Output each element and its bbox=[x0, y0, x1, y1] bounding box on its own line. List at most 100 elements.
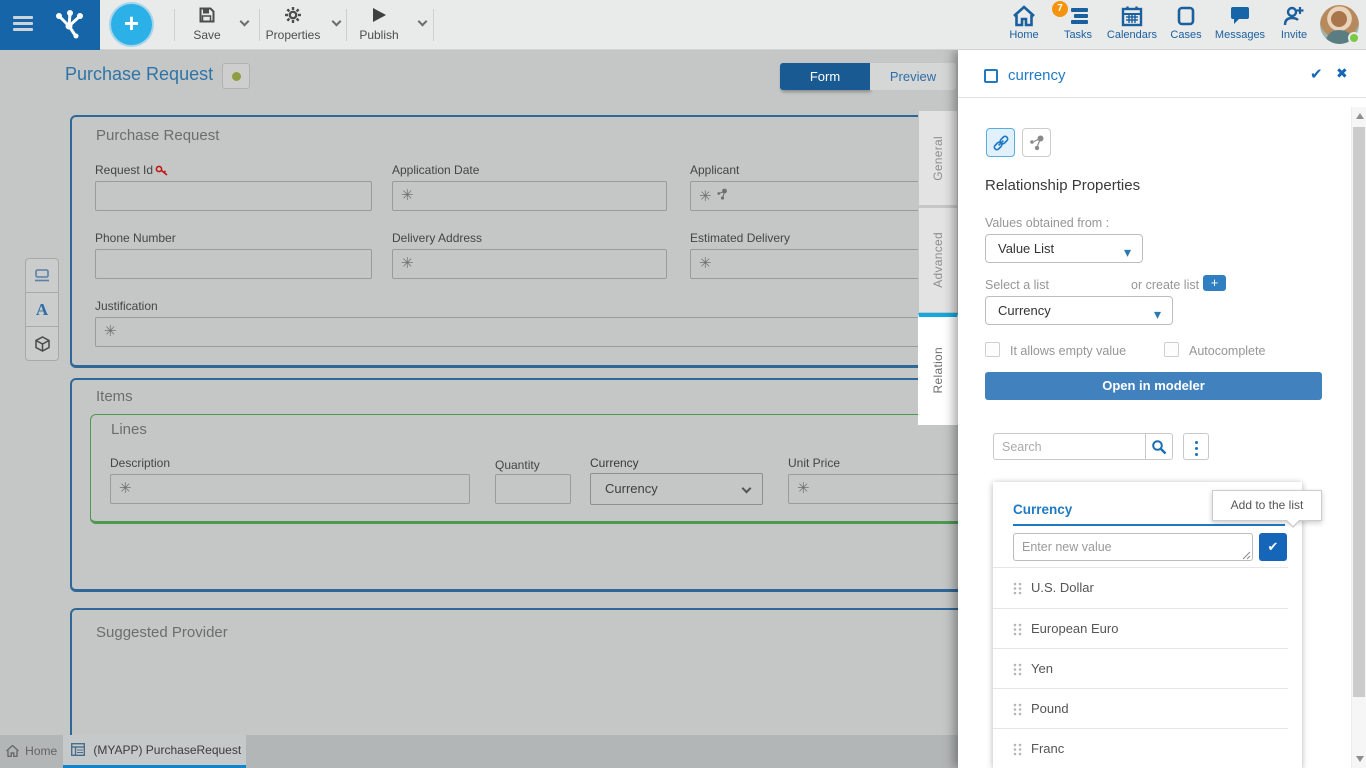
list-item-label: Pound bbox=[1031, 701, 1069, 716]
field-label-request-id: Request Id bbox=[95, 163, 168, 179]
scrollbar-thumb[interactable] bbox=[1353, 127, 1365, 697]
confirm-icon[interactable]: ✔ bbox=[1310, 65, 1323, 83]
list-select[interactable]: Currency▾ bbox=[985, 296, 1173, 325]
online-status-dot bbox=[1348, 32, 1360, 44]
add-button[interactable]: + bbox=[111, 4, 152, 45]
nav-calendars[interactable]: Calendars bbox=[1104, 5, 1160, 41]
nav-home-label: Home bbox=[1009, 29, 1038, 41]
search-input[interactable] bbox=[993, 433, 1145, 460]
tasks-icon: 7 bbox=[1050, 5, 1106, 29]
list-item[interactable]: Franc bbox=[993, 728, 1288, 768]
tasks-badge: 7 bbox=[1052, 1, 1068, 17]
bottom-tab-bar: Home (MYAPP) PurchaseRequest ✖ bbox=[0, 735, 958, 768]
new-value-input[interactable] bbox=[1013, 533, 1253, 561]
side-tab-advanced[interactable]: Advanced bbox=[918, 207, 958, 313]
field-unit-price[interactable]: ✳ bbox=[788, 474, 958, 504]
list-item[interactable]: Pound bbox=[993, 688, 1288, 728]
form-status-button[interactable] bbox=[222, 63, 250, 89]
caret-down-icon: ▾ bbox=[1154, 301, 1161, 328]
nav-messages[interactable]: Messages bbox=[1212, 5, 1268, 41]
fieldset-purchase-request[interactable]: Purchase Request Request Id Application … bbox=[70, 115, 958, 368]
add-to-list-tooltip: Add to the list bbox=[1212, 490, 1322, 521]
scroll-down-icon[interactable] bbox=[1356, 756, 1364, 762]
field-currency-select[interactable]: Currency bbox=[590, 473, 763, 505]
list-item[interactable]: European Euro bbox=[993, 608, 1288, 648]
value-list: U.S. Dollar European Euro Yen Pound Fran… bbox=[993, 568, 1288, 768]
fieldset-lines[interactable]: Lines Description ✳ Quantity Currency Cu… bbox=[90, 414, 958, 524]
fieldset-suggested-provider[interactable]: Suggested Provider bbox=[70, 608, 958, 735]
fieldset-legend: Suggested Provider bbox=[96, 624, 228, 641]
nav-tasks[interactable]: 7 Tasks bbox=[1050, 5, 1106, 41]
nav-home[interactable]: Home bbox=[996, 5, 1052, 41]
publish-button[interactable]: Publish bbox=[344, 4, 414, 46]
field-delivery-address[interactable]: ✳ bbox=[392, 249, 667, 279]
close-icon[interactable]: ✖ bbox=[1336, 65, 1348, 82]
more-options-button[interactable] bbox=[1183, 433, 1209, 460]
canvas-tool-palette: A bbox=[25, 258, 59, 361]
search-button[interactable] bbox=[1145, 433, 1173, 460]
nav-messages-label: Messages bbox=[1215, 29, 1265, 41]
menu-icon[interactable] bbox=[13, 16, 33, 33]
tab-preview[interactable]: Preview bbox=[870, 63, 956, 90]
form-tab-icon bbox=[71, 743, 85, 756]
container-tool-button[interactable] bbox=[25, 258, 59, 293]
nav-invite[interactable]: Invite bbox=[1266, 5, 1322, 41]
brand-block bbox=[0, 0, 100, 50]
object-tool-button[interactable] bbox=[25, 326, 59, 361]
panel-checkbox[interactable] bbox=[984, 69, 998, 83]
search-icon bbox=[1151, 439, 1167, 455]
nav-invite-label: Invite bbox=[1281, 29, 1307, 41]
field-request-id[interactable] bbox=[95, 181, 372, 211]
field-label-applicant: Applicant bbox=[690, 163, 739, 177]
field-application-date[interactable]: ✳ bbox=[392, 181, 667, 211]
drag-handle-icon[interactable] bbox=[1013, 623, 1022, 641]
text-tool-button[interactable]: A bbox=[25, 292, 59, 327]
drag-handle-icon[interactable] bbox=[1013, 663, 1022, 681]
properties-button[interactable]: Properties bbox=[258, 4, 328, 46]
value-list-card: Currency ✔ U.S. Dollar European Euro Yen bbox=[993, 482, 1302, 768]
drag-handle-icon[interactable] bbox=[1013, 703, 1022, 721]
autocomplete-checkbox[interactable] bbox=[1164, 342, 1179, 357]
calendar-icon bbox=[1104, 5, 1160, 29]
tab-form[interactable]: Form bbox=[780, 63, 870, 90]
fieldset-legend: Lines bbox=[111, 421, 147, 438]
field-justification[interactable]: ✳ bbox=[95, 317, 958, 347]
publish-label: Publish bbox=[359, 28, 398, 42]
drag-handle-icon[interactable] bbox=[1013, 743, 1022, 761]
field-quantity[interactable] bbox=[495, 474, 571, 504]
nav-cases[interactable]: Cases bbox=[1158, 5, 1214, 41]
panel-scrollbar[interactable] bbox=[1351, 107, 1366, 768]
publish-dropdown-icon[interactable] bbox=[418, 17, 428, 27]
fieldset-items[interactable]: Items Lines Description ✳ Quantity Curre… bbox=[70, 378, 958, 592]
save-button[interactable]: Save bbox=[172, 4, 242, 46]
create-list-button[interactable]: + bbox=[1203, 275, 1226, 291]
scroll-up-icon[interactable] bbox=[1356, 113, 1364, 119]
list-item[interactable]: U.S. Dollar bbox=[993, 568, 1288, 608]
side-tab-general[interactable]: General bbox=[918, 110, 958, 206]
fieldset-legend: Purchase Request bbox=[96, 127, 219, 144]
nav-tasks-label: Tasks bbox=[1064, 29, 1092, 41]
allow-empty-checkbox[interactable] bbox=[985, 342, 1000, 357]
bottom-tab-purchaserequest[interactable]: (MYAPP) PurchaseRequest ✖ bbox=[63, 735, 246, 768]
field-label-currency: Currency bbox=[590, 456, 639, 470]
field-description[interactable]: ✳ bbox=[110, 474, 470, 504]
properties-dropdown-icon[interactable] bbox=[332, 17, 342, 27]
side-tab-relation[interactable]: Relation bbox=[918, 313, 958, 425]
add-value-button[interactable]: ✔ bbox=[1259, 533, 1287, 561]
green-status-icon bbox=[232, 72, 241, 81]
field-label-estimated-delivery: Estimated Delivery bbox=[690, 231, 790, 245]
open-in-modeler-button[interactable]: Open in modeler bbox=[985, 372, 1322, 400]
field-label-phone: Phone Number bbox=[95, 231, 176, 245]
values-from-select[interactable]: Value List▾ bbox=[985, 234, 1143, 263]
panel-title: currency bbox=[1008, 67, 1066, 84]
fieldset-legend: Items bbox=[96, 388, 133, 405]
properties-label: Properties bbox=[266, 28, 321, 42]
create-list-label: or create list bbox=[1131, 278, 1199, 292]
drag-handle-icon[interactable] bbox=[1013, 582, 1022, 600]
link-mode-button[interactable] bbox=[986, 128, 1015, 157]
bottom-tab-home[interactable]: Home bbox=[0, 735, 63, 768]
field-phone[interactable] bbox=[95, 249, 372, 279]
relation-mode-button[interactable] bbox=[1022, 128, 1051, 157]
divider bbox=[1013, 524, 1285, 526]
list-item[interactable]: Yen bbox=[993, 648, 1288, 688]
